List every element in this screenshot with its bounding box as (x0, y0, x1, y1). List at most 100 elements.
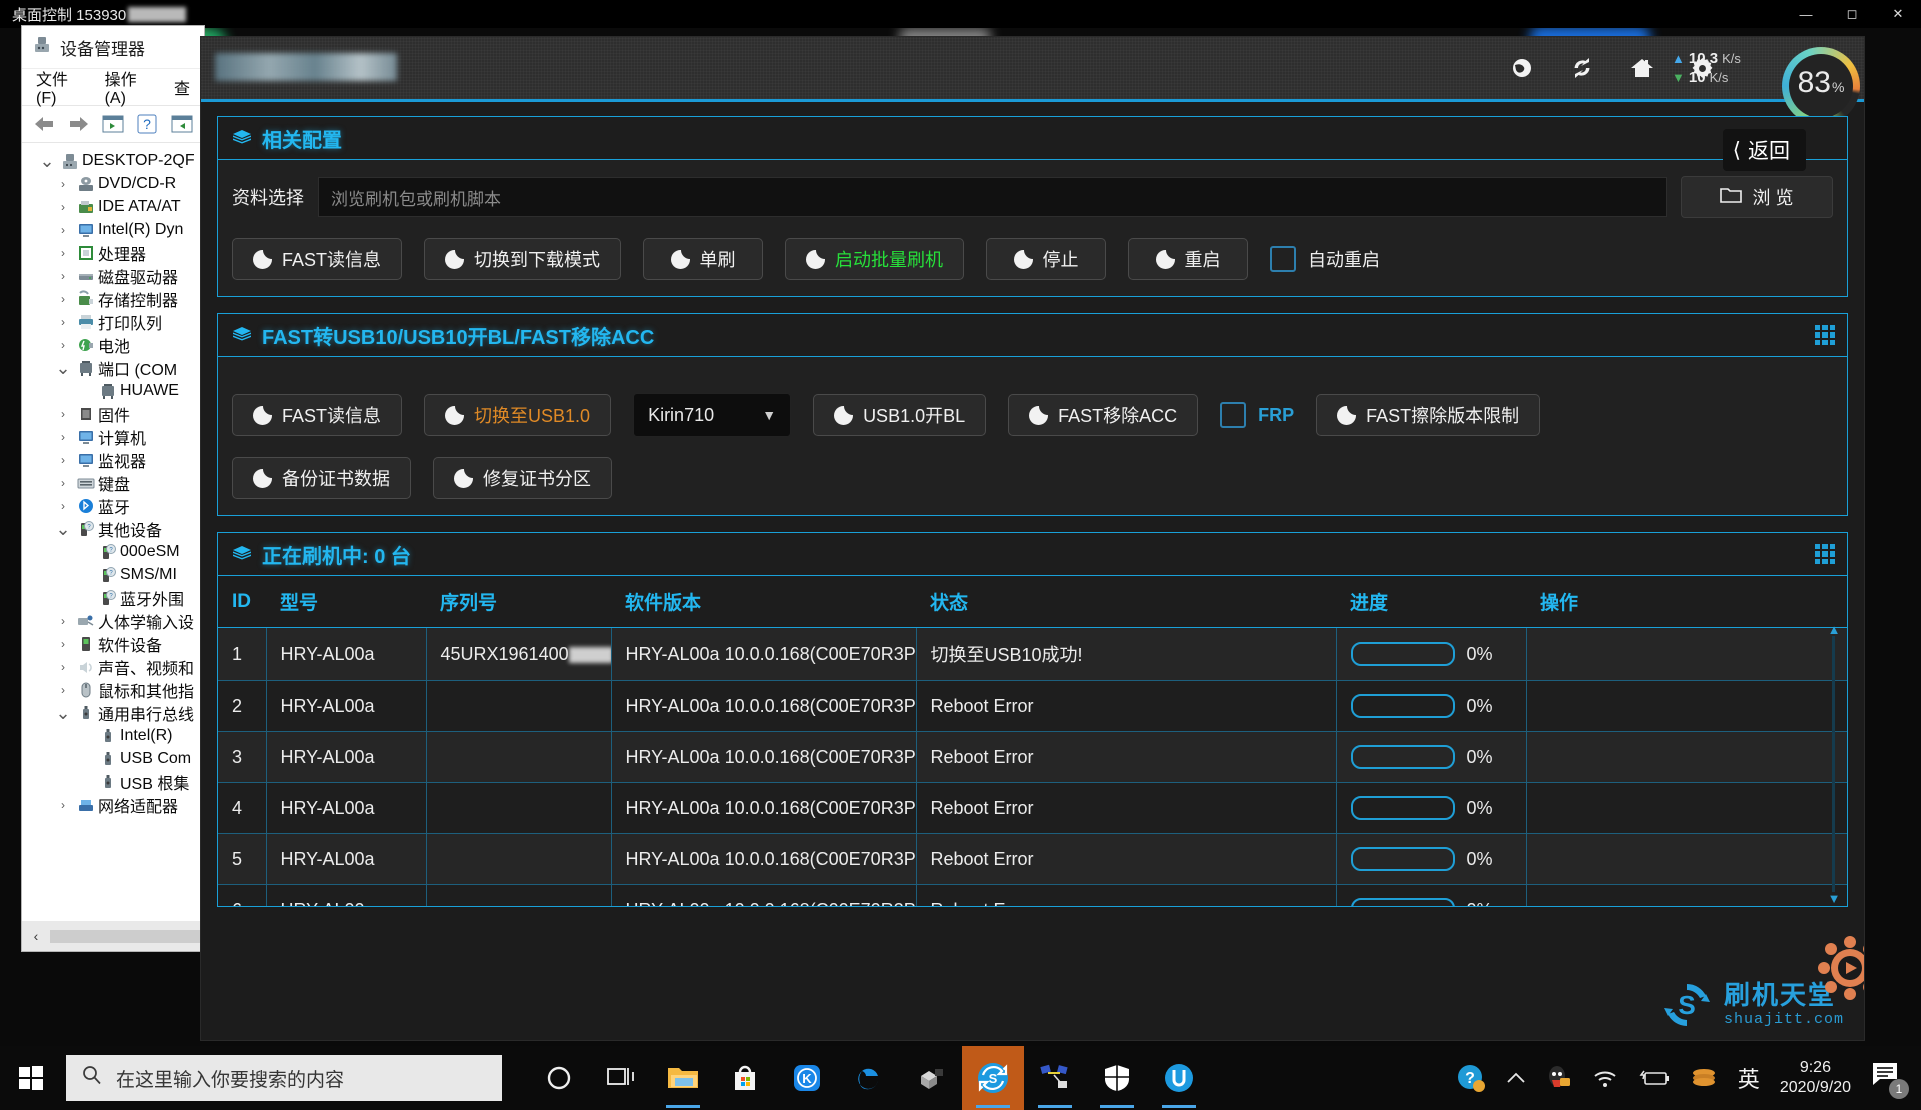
table-header-cell[interactable]: 型号 (266, 576, 426, 628)
table-row[interactable]: 5 HRY-AL00a HRY-AL00a 10.0.0.168(C00E70R3P… (218, 833, 1847, 885)
config-action-button[interactable]: 停止 (986, 238, 1107, 280)
device-tree-node[interactable]: HUAWE (22, 379, 204, 402)
usb-action-button[interactable]: FAST读信息 (232, 394, 403, 436)
close-icon[interactable]: ✕ (1875, 0, 1921, 28)
config-action-button[interactable]: 单刷 (643, 238, 764, 280)
coins-icon[interactable] (1690, 1067, 1718, 1089)
device-tree-node[interactable]: › 鼠标和其他指 (22, 678, 204, 701)
device-manager-window[interactable]: 设备管理器 文件(F) 操作(A) 查 ? ⌄ DESKTOP-2QF › DVD/ (22, 26, 204, 951)
edge-icon[interactable] (838, 1046, 900, 1110)
table-row[interactable]: 2 HRY-AL00a HRY-AL00a 10.0.0.168(C00E70R3P… (218, 680, 1847, 732)
device-tree-node[interactable]: USB Com (22, 747, 204, 770)
device-tree-node[interactable]: › DVD/CD-R (22, 172, 204, 195)
device-tree-node[interactable]: › 磁盘驱动器 (22, 264, 204, 287)
usb-action-button[interactable]: FAST移除ACC (1008, 394, 1199, 436)
device-tree-node[interactable]: › 处理器 (22, 241, 204, 264)
chevron-right-icon[interactable]: › (52, 315, 74, 329)
chevron-right-icon[interactable]: › (52, 269, 74, 283)
config-action-button[interactable]: 切换到下载模式 (424, 238, 622, 280)
table-header-cell[interactable]: ID (218, 576, 266, 628)
usb-action-button[interactable]: 备份证书数据 (232, 457, 411, 499)
device-tree-node[interactable]: › 软件设备 (22, 632, 204, 655)
table-vertical-scrollbar[interactable]: ▲ ▼ (1825, 622, 1843, 906)
minimize-icon[interactable]: — (1783, 0, 1829, 28)
chevron-right-icon[interactable]: › (52, 614, 74, 628)
chevron-down-icon[interactable]: ⌄ (52, 359, 74, 377)
table-header-cell[interactable]: 软件版本 (611, 576, 916, 628)
browse-button[interactable]: 浏 览 (1681, 176, 1833, 218)
3d-builder-icon[interactable] (900, 1046, 962, 1110)
frp-checkbox[interactable]: FRP (1220, 402, 1294, 428)
device-tree-node[interactable]: ? 000eSM (22, 540, 204, 563)
battery-icon[interactable] (1638, 1068, 1670, 1088)
table-header-cell[interactable]: 序列号 (426, 576, 611, 628)
chevron-right-icon[interactable]: › (52, 660, 74, 674)
chevron-right-icon[interactable]: › (52, 453, 74, 467)
device-tree-node[interactable]: ? 蓝牙外围 (22, 586, 204, 609)
device-tree-node[interactable]: › 存储控制器 (22, 287, 204, 310)
menu-view[interactable]: 查 (174, 75, 190, 99)
chevron-down-icon[interactable]: ⌄ (52, 520, 74, 538)
chevron-right-icon[interactable]: › (52, 223, 74, 237)
device-tree-node[interactable]: › 声音、视频和 (22, 655, 204, 678)
device-tree-node[interactable]: › 电池 (22, 333, 204, 356)
show-hide-console-tree-icon[interactable] (101, 113, 125, 135)
table-row[interactable]: 3 HRY-AL00a HRY-AL00a 10.0.0.168(C00E70R3P… (218, 731, 1847, 783)
file-explorer-icon[interactable] (652, 1046, 714, 1110)
ime-indicator[interactable]: 英 (1738, 1062, 1760, 1094)
device-tree-node[interactable]: › 计算机 (22, 425, 204, 448)
chevron-right-icon[interactable]: › (52, 430, 74, 444)
chevron-right-icon[interactable]: › (52, 177, 74, 191)
device-tree-node[interactable]: › 人体学输入设 (22, 609, 204, 632)
file-path-input[interactable]: 浏览刷机包或刷机脚本 (318, 177, 1667, 217)
menu-file[interactable]: 文件(F) (36, 66, 83, 108)
chevron-right-icon[interactable]: › (52, 407, 74, 421)
table-header-cell[interactable]: 状态 (916, 576, 1336, 628)
maximize-icon[interactable]: ◻ (1829, 0, 1875, 28)
network-tool-icon[interactable] (1024, 1046, 1086, 1110)
chevron-right-icon[interactable]: › (52, 637, 74, 651)
start-button[interactable] (0, 1046, 62, 1110)
shield-icon[interactable] (1086, 1046, 1148, 1110)
vscroll-track[interactable] (1832, 636, 1835, 892)
device-tree-node[interactable]: › Intel(R) Dyn (22, 218, 204, 241)
checkbox-box[interactable] (1220, 402, 1247, 428)
device-tree[interactable]: ⌄ DESKTOP-2QF › DVD/CD-R › IDE ATA/AT › Intel(R… (22, 143, 204, 939)
usb-action-button[interactable]: FAST擦除版本限制 (1316, 394, 1541, 436)
usb-action-button[interactable]: USB1.0开BL (813, 394, 987, 436)
qq-icon[interactable] (1546, 1064, 1572, 1092)
chevron-right-icon[interactable]: › (52, 683, 74, 697)
device-tree-node[interactable]: ⌄ DESKTOP-2QF (22, 149, 204, 172)
chipset-select[interactable]: Kirin710 ▼ (633, 393, 792, 437)
chevron-right-icon[interactable]: › (52, 246, 74, 260)
device-tree-node[interactable]: › 键盘 (22, 471, 204, 494)
grid-view-toggle[interactable] (1815, 325, 1835, 345)
taskbar-clock[interactable]: 9:26 2020/9/20 (1780, 1058, 1851, 1098)
table-row[interactable]: 6HRY-AL00a HRY-AL00a 10.0.0.168(C00E70R3P… (218, 884, 1847, 906)
table-row[interactable]: 4 HRY-AL00a HRY-AL00a 10.0.0.168(C00E70R3P… (218, 782, 1847, 834)
chevron-right-icon[interactable]: › (52, 338, 74, 352)
cortana-icon[interactable] (528, 1046, 590, 1110)
device-tree-node[interactable]: ⌄? 其他设备 (22, 517, 204, 540)
wifi-icon[interactable] (1592, 1067, 1618, 1089)
chevron-up-icon[interactable] (1506, 1071, 1526, 1085)
refresh-icon[interactable] (1570, 56, 1594, 80)
sun-gear-icon[interactable] (1814, 932, 1864, 1004)
chevron-right-icon[interactable]: › (52, 499, 74, 513)
device-tree-node[interactable]: › 打印队列 (22, 310, 204, 333)
globe-icon[interactable] (1510, 56, 1534, 80)
hscroll-thumb[interactable] (50, 929, 200, 943)
device-tree-node[interactable]: › IDE ATA/AT (22, 195, 204, 218)
microsoft-store-icon[interactable] (714, 1046, 776, 1110)
chevron-right-icon[interactable]: › (52, 798, 74, 812)
device-tree-node[interactable]: Intel(R) (22, 724, 204, 747)
properties-icon[interactable] (170, 113, 194, 135)
chevron-right-icon[interactable]: › (52, 292, 74, 306)
config-action-button[interactable]: 重启 (1128, 238, 1249, 280)
device-tree-node[interactable]: › 网络适配器 (22, 793, 204, 816)
scroll-left-icon[interactable]: ‹ (22, 928, 50, 944)
device-tree-node[interactable]: USB 根集 (22, 770, 204, 793)
help-icon[interactable]: ? (1456, 1063, 1486, 1093)
device-manager-hscrollbar[interactable]: ‹ (22, 921, 204, 951)
chevron-down-icon[interactable]: ⌄ (36, 152, 58, 170)
